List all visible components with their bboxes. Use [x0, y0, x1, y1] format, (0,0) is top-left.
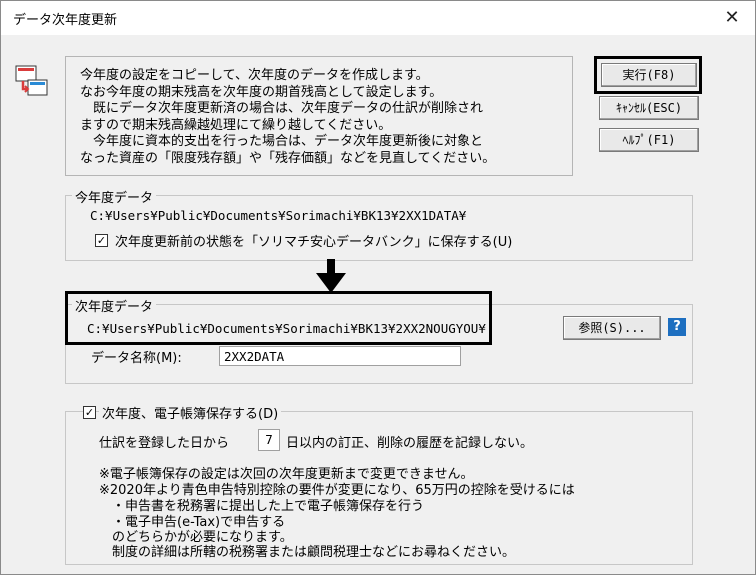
info-line: なお今年度の期末残高を次年度の期首残高として設定します。	[80, 84, 443, 100]
close-icon[interactable]: ✕	[719, 5, 745, 31]
info-line: 既にデータ次年度更新済の場合は、次年度データの仕訳が削除され	[80, 101, 484, 116]
next-year-path-highlight	[65, 291, 492, 345]
ebook-note: 制度の詳細は所轄の税務署または顧問税理士などにお尋ねください。	[99, 545, 516, 560]
current-year-group: 今年度データ	[65, 187, 693, 261]
browse-button[interactable]: 参照(S)...	[563, 316, 661, 340]
help-icon[interactable]: ?	[668, 318, 686, 336]
days-suffix-label: 日以内の訂正、削除の履歴を記録しない。	[286, 436, 534, 451]
current-year-legend: 今年度データ	[72, 187, 157, 206]
dialog-window: データ次年度更新 ✕ 今年度の設定をコピーして、次年度のデータを作成します。 な…	[0, 0, 756, 575]
ebook-label[interactable]: 次年度、電子帳簿保存する(D)	[99, 403, 282, 422]
days-prefix-label: 仕訳を登録した日から	[99, 436, 230, 451]
ebook-checkbox[interactable]: ✓	[83, 406, 96, 419]
execute-button[interactable]: 実行(F8)	[601, 63, 697, 87]
data-name-input[interactable]: 2XX2DATA	[219, 346, 461, 366]
next-year-path: C:¥Users¥Public¥Documents¥Sorimachi¥BK13…	[87, 321, 486, 336]
current-year-path: C:¥Users¥Public¥Documents¥Sorimachi¥BK13…	[90, 208, 467, 223]
days-input[interactable]: 7	[258, 429, 280, 451]
info-line: 今年度の設定をコピーして、次年度のデータを作成します。	[80, 68, 429, 83]
data-name-label: データ名称(M):	[91, 351, 182, 366]
info-message-box: 今年度の設定をコピーして、次年度のデータを作成します。 なお今年度の期末残高を次…	[65, 56, 573, 176]
backup-label[interactable]: 次年度更新前の状態を「ソリマチ安心データバンク」に保存する(U)	[115, 231, 512, 250]
info-line: ますので期末残高繰越処理にて繰り越してください。	[80, 117, 392, 133]
window-title: データ次年度更新	[13, 13, 118, 28]
info-line: 今年度に資本的支出を行った場合は、データ次年度更新後に対象と	[80, 134, 484, 149]
info-line: なった資産の「限度残存額」や「残存価額」などを見直してください。	[80, 150, 496, 166]
help-button[interactable]: ﾍﾙﾌﾟ(F1)	[599, 128, 699, 152]
backup-checkbox[interactable]: ✓	[95, 234, 108, 247]
title-bar: データ次年度更新 ✕	[1, 1, 755, 35]
data-update-icon	[15, 63, 49, 97]
cancel-button[interactable]: ｷｬﾝｾﾙ(ESC)	[599, 96, 699, 120]
down-arrow-icon	[316, 259, 346, 293]
